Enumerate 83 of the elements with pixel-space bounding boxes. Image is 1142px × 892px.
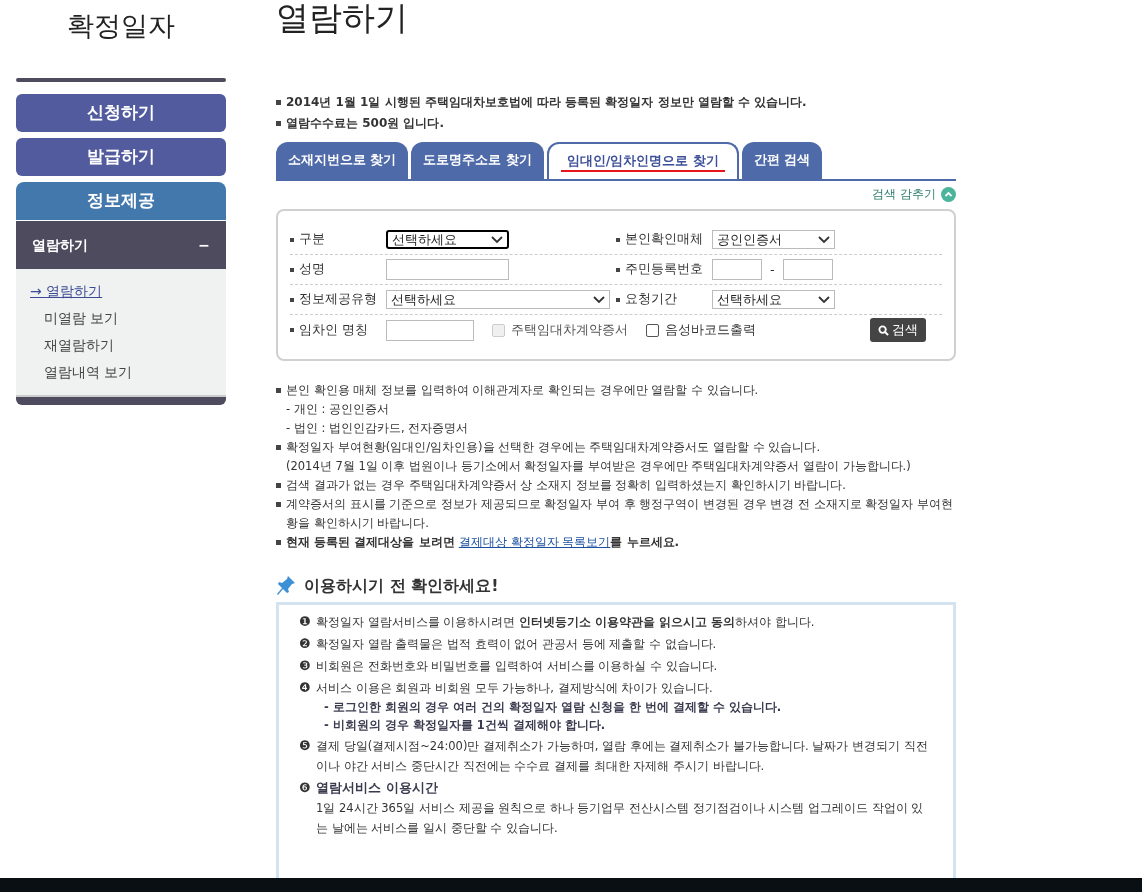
menu-button[interactable]: 신청하기	[16, 94, 226, 132]
note-text: - 법인 : 법인인감카드, 전자증명서	[285, 420, 470, 437]
checkbox-label: 음성바코드출력	[665, 321, 756, 340]
section-heading: 이용하시기 전 확인하세요!	[304, 575, 499, 597]
pin-icon	[276, 575, 296, 597]
notice-text: 비회원은 전화번호와 비밀번호를 입력하여 서비스를 이용하실 수 있습니다.	[316, 658, 718, 675]
bullet-icon	[276, 502, 281, 507]
notice-text: 서비스 이용은 회원과 비회원 모두 가능하나, 결제방식에 차이가 있습니다.	[316, 680, 714, 697]
checkbox-label: 주택임대차계약증서	[511, 321, 628, 340]
field-label: 주민등록번호	[625, 260, 703, 279]
tab[interactable]: 간편 검색	[741, 142, 822, 179]
submenu-link[interactable]: 열람내역 보기	[30, 362, 212, 383]
bullet-icon	[616, 297, 620, 302]
bullet-icon	[290, 267, 294, 272]
note-text: 현재 등록된 결제대상을 보려면 결제대상 확정일자 목록보기를 누르세요.	[286, 534, 680, 551]
list-link[interactable]: 결제대상 확정일자 목록보기	[458, 535, 611, 549]
notice-text: 확정일자 열람 출력물은 법적 효력이 없어 관공서 등에 제출할 수 없습니다.	[316, 636, 717, 653]
checkbox[interactable]	[646, 323, 659, 337]
tab[interactable]: 임대인/임차인명으로 찾기	[546, 142, 739, 179]
submenu-link[interactable]: → 열람하기	[30, 281, 212, 302]
bullet-icon	[276, 100, 281, 105]
chevron-down-icon	[818, 295, 830, 304]
notice-subtext: - 비회원의 경우 확정일자를 1건씩 결제해야 합니다.	[323, 717, 607, 734]
text-input[interactable]	[386, 259, 509, 280]
field-label: 구분	[299, 230, 325, 249]
number-label: ❶	[299, 613, 312, 631]
chevron-down-icon	[593, 295, 605, 304]
site-title: 확정일자	[66, 9, 176, 43]
select-dropdown[interactable]: 선택하세요	[712, 290, 835, 309]
note-text: 본인 확인용 매체 정보를 입력하여 이해관계자로 확인되는 경우에만 열람할 수 있습니다.	[286, 382, 759, 399]
tab[interactable]: 소재지번으로 찾기	[276, 142, 409, 179]
bullet-icon	[290, 297, 294, 302]
chevron-down-icon	[491, 235, 503, 244]
notice-text: 1일 24시간 365일 서비스 제공을 원칙으로 하나 등기업무 전산시스템 정기점검이나 시스템 업그레이드 작업이 있는 날에는 서비스를 일시 중단할 수 있습니다.	[316, 800, 925, 837]
submenu-link[interactable]: 재열람하기	[30, 335, 212, 356]
note-text: 검색 결과가 없는 경우 주택임대차계약증서 상 소재지 정보를 정확히 입력하셨는지 확인하시기 바랍니다.	[286, 477, 846, 494]
notice-text: 확정일자 열람서비스를 이용하시려면 인터넷등기소 이용약관을 읽으시고 동의하셔야 합니다.	[316, 614, 815, 631]
number-label: ❻	[299, 779, 312, 797]
bullet-icon	[290, 237, 294, 242]
field-label: 요청기간	[625, 290, 677, 309]
bullet-icon	[276, 388, 281, 393]
notice-text: 결제 당일(결제시점~24:00)만 결제취소가 가능하며, 열람 후에는 결제취소가 불가능합니다. 날짜가 변경되기 직전이나 야간 서비스 중단시간 직전에는 수수료 결제를 최대한 자제해 주시기 바랍니다.	[316, 738, 929, 775]
number-label: ❷	[299, 635, 312, 653]
field-label: 정보제공유형	[299, 290, 377, 309]
section-header[interactable]: 열람하기 −	[16, 221, 226, 269]
text-input[interactable]	[712, 259, 762, 280]
note-text: (2014년 7월 1일 이후 법원이나 등기소에서 확정일자를 부여받은 경우에만 주택임대차계약증서 열람이 가능합니다.)	[285, 458, 912, 475]
note-text: 확정일자 부여현황(임대인/임차인용)을 선택한 경우에는 주택임대차계약증서도 열람할 수 있습니다.	[286, 439, 821, 456]
bullet-icon	[276, 483, 281, 488]
chevron-down-icon	[818, 235, 830, 244]
select-dropdown[interactable]: 선택하세요	[386, 290, 610, 309]
search-button[interactable]: 검색	[870, 318, 926, 342]
bullet-icon	[616, 267, 620, 272]
text-input[interactable]	[782, 259, 833, 280]
intro-note: 열람수수료는 500원 입니다.	[286, 115, 444, 132]
bullet-icon	[276, 121, 281, 126]
search-icon	[878, 324, 889, 336]
notice-subtext: - 로그인한 회원의 경우 여러 건의 확정일자 열람 신청을 한 번에 결제할 수 있습니다.	[323, 699, 782, 716]
text-input[interactable]	[386, 319, 474, 341]
bullet-icon	[290, 328, 294, 332]
note-text: - 개인 : 공인인증서	[285, 401, 390, 418]
select-dropdown[interactable]: 공인인증서	[712, 230, 835, 249]
chevron-up-icon	[941, 186, 956, 202]
tab[interactable]: 도로명주소로 찾기	[411, 142, 544, 179]
select-dropdown[interactable]: 선택하세요	[386, 230, 509, 249]
field-label: 본인확인매체	[625, 230, 703, 249]
intro-note: 2014년 1월 1일 시행된 주택임대차보호법에 따라 등록된 확정일자 정보만 열람할 수 있습니다.	[286, 94, 807, 111]
bullet-icon	[276, 445, 281, 450]
hide-search-link[interactable]: 검색 감추기	[872, 185, 936, 203]
number-label: ❺	[299, 737, 312, 755]
dash-separator: -	[770, 260, 775, 279]
notice-title: 열람서비스 이용시간	[316, 779, 439, 797]
number-label: ❸	[299, 657, 312, 675]
submenu-link[interactable]: 미열람 보기	[30, 308, 212, 329]
menu-button[interactable]: 정보제공	[16, 182, 226, 220]
menu-button[interactable]: 발급하기	[16, 138, 226, 176]
field-label: 임차인 명칭	[299, 320, 368, 339]
note-text: 계약증서의 표시를 기준으로 정보가 제공되므로 확정일자 부여 후 행정구역이 변경된 경우 변경 전 소재지로 확정일자 부여현황을 확인하시기 바랍니다.	[286, 496, 954, 532]
page-title: 열람하기	[276, 0, 409, 39]
number-label: ❹	[299, 679, 312, 697]
field-label: 성명	[299, 260, 325, 279]
bullet-icon	[616, 237, 620, 242]
bullet-icon	[276, 540, 281, 545]
